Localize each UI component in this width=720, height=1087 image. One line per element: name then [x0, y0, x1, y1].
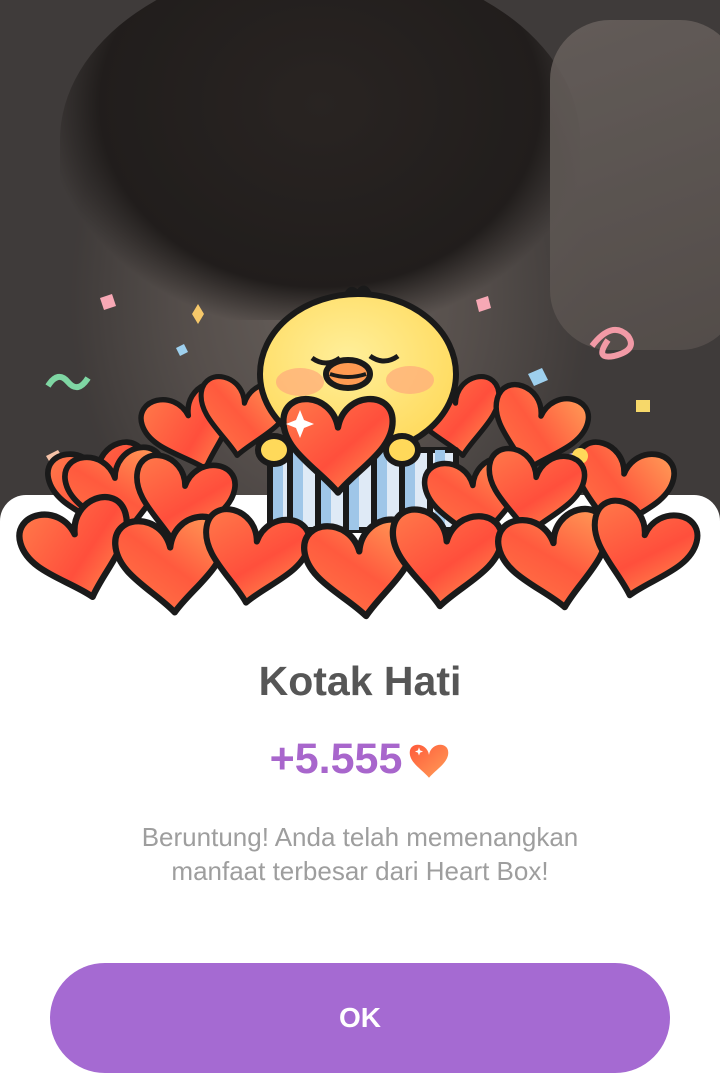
dialog-title: Kotak Hati	[258, 658, 462, 704]
reward-row: +5.555	[0, 735, 720, 784]
reward-amount: +5.555	[269, 735, 403, 783]
heart-box-illustration	[0, 285, 720, 620]
ok-button[interactable]: OK	[50, 963, 670, 1073]
heart-icon	[410, 744, 449, 778]
reward-message: Beruntung! Anda telah memenangkan manfaa…	[141, 822, 579, 886]
